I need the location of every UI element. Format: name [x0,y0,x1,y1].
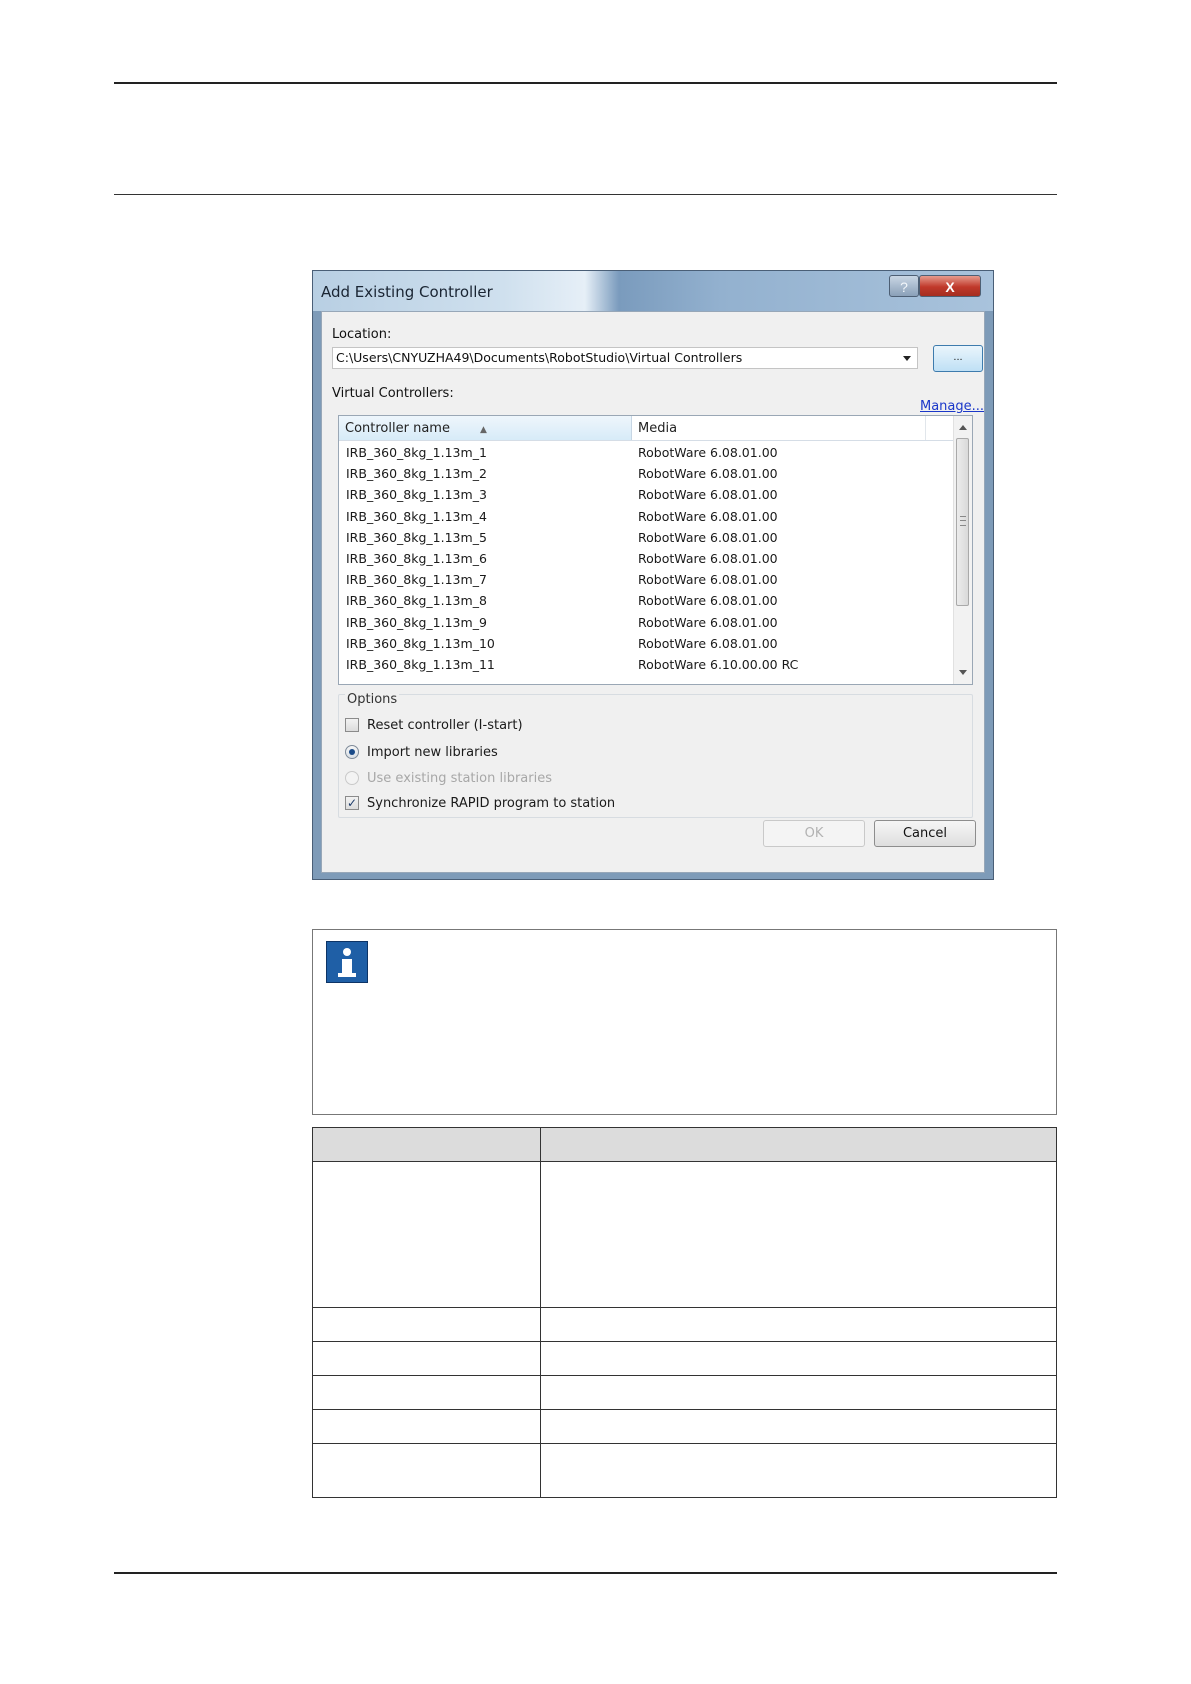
list-item[interactable]: IRB_360_8kg_1.13m_1 RobotWare 6.08.01.00 [339,442,956,463]
table-row [312,1443,1057,1498]
scroll-up-arrow-icon[interactable] [959,425,967,430]
list-item[interactable]: IRB_360_8kg_1.13m_4 RobotWare 6.08.01.00 [339,506,956,527]
close-button[interactable]: X [919,275,981,297]
virtual-controllers-label: Virtual Controllers: [332,386,454,401]
column-header-label: Media [638,421,678,436]
controller-media: RobotWare 6.08.01.00 [638,550,778,566]
controller-name: IRB_360_8kg_1.13m_1 [346,445,487,460]
table-row [312,1161,1057,1308]
controller-media: RobotWare 6.10.00.00 RC [638,656,799,672]
controller-name: IRB_360_8kg_1.13m_8 [346,593,487,609]
location-value: C:\Users\CNYUZHA49\Documents\RobotStudio… [336,350,743,365]
controller-name: IRB_360_8kg_1.13m_11 [346,656,495,672]
list-item[interactable]: IRB_360_8kg_1.13m_6 RobotWare 6.08.01.00 [339,548,956,569]
controller-media: RobotWare 6.08.01.00 [638,508,778,524]
table-cell [312,1161,541,1308]
synchronize-rapid-checkbox[interactable]: ✓ [345,796,359,810]
reset-controller-checkbox[interactable] [345,718,359,732]
controller-media: RobotWare 6.08.01.00 [638,572,778,588]
section-rule [114,194,1057,195]
list-item[interactable]: IRB_360_8kg_1.13m_7 RobotWare 6.08.01.00 [339,569,956,590]
table-header-row [312,1127,1057,1162]
column-header-media[interactable]: Media [632,416,926,440]
table-header-cell [312,1127,541,1162]
controller-name: IRB_360_8kg_1.13m_2 [346,466,487,482]
table-cell [312,1443,541,1498]
table-header-cell [540,1127,1057,1162]
dialog-body: Location: C:\Users\CNYUZHA49\Documents\R… [321,311,985,873]
table-row [312,1375,1057,1410]
browse-button[interactable]: ... [933,345,983,372]
list-item[interactable]: IRB_360_8kg_1.13m_10 RobotWare 6.08.01.00 [339,633,956,654]
list-item[interactable]: IRB_360_8kg_1.13m_9 RobotWare 6.08.01.00 [339,612,956,633]
column-header-controller-name[interactable]: Controller name ▲ [339,416,632,440]
list-item[interactable]: IRB_360_8kg_1.13m_5 RobotWare 6.08.01.00 [339,527,956,548]
location-combobox[interactable]: C:\Users\CNYUZHA49\Documents\RobotStudio… [332,347,918,369]
note-box [312,929,1057,1115]
dialog-titlebar: Add Existing Controller ? X [313,271,993,311]
controller-media: RobotWare 6.08.01.00 [638,529,778,545]
controller-media: RobotWare 6.08.01.00 [638,614,778,630]
add-existing-controller-dialog: Add Existing Controller ? X Location: C:… [312,270,994,880]
controller-name: IRB_360_8kg_1.13m_9 [346,614,487,630]
list-scrollbar[interactable] [953,416,972,684]
info-icon [326,941,368,983]
use-existing-libraries-radio [345,771,359,785]
table-cell [540,1161,1057,1308]
location-label: Location: [332,327,392,342]
table-cell [312,1307,541,1342]
scroll-down-arrow-icon[interactable] [959,670,967,675]
controller-media: RobotWare 6.08.01.00 [638,487,778,503]
help-button[interactable]: ? [889,275,919,297]
table-cell [540,1409,1057,1444]
list-item[interactable]: IRB_360_8kg_1.13m_11 RobotWare 6.10.00.00… [339,654,956,675]
controller-media: RobotWare 6.08.01.00 [638,466,778,482]
table-row [312,1341,1057,1376]
ok-button: OK [763,820,865,847]
table-cell [312,1409,541,1444]
virtual-controllers-list[interactable]: Controller name ▲ Media IRB_360_8kg_1.13… [338,415,973,685]
synchronize-rapid-label: Synchronize RAPID program to station [367,796,616,811]
use-existing-libraries-label: Use existing station libraries [367,771,552,786]
import-new-libraries-label: Import new libraries [367,745,498,760]
list-item[interactable]: IRB_360_8kg_1.13m_3 RobotWare 6.08.01.00 [339,484,956,505]
chevron-down-icon[interactable] [903,356,911,361]
list-item[interactable]: IRB_360_8kg_1.13m_2 RobotWare 6.08.01.00 [339,463,956,484]
table-cell [312,1341,541,1376]
top-rule [114,82,1057,84]
table-row [312,1409,1057,1444]
table-cell [540,1443,1057,1498]
column-header-label: Controller name [345,421,450,436]
list-item[interactable]: IRB_360_8kg_1.13m_8 RobotWare 6.08.01.00 [339,590,956,611]
controller-name: IRB_360_8kg_1.13m_4 [346,508,487,524]
options-group: Options Reset controller (I-start) Impor… [338,692,973,818]
bottom-rule [114,1572,1057,1574]
controller-name: IRB_360_8kg_1.13m_7 [346,572,487,588]
controller-media: RobotWare 6.08.01.00 [638,635,778,651]
options-table [312,1127,1057,1498]
dialog-title: Add Existing Controller [321,283,493,301]
manage-link[interactable]: Manage... [920,399,984,414]
controller-media: RobotWare 6.08.01.00 [638,593,778,609]
table-cell [312,1375,541,1410]
import-new-libraries-radio[interactable] [345,745,359,759]
table-row [312,1307,1057,1342]
cancel-button[interactable]: Cancel [874,820,976,847]
reset-controller-label: Reset controller (I-start) [367,718,523,733]
table-cell [540,1341,1057,1376]
table-cell [540,1307,1057,1342]
table-cell [540,1375,1057,1410]
list-header: Controller name ▲ Media [339,416,956,441]
sort-ascending-icon: ▲ [480,425,487,435]
controller-name: IRB_360_8kg_1.13m_5 [346,529,487,545]
list-rows: IRB_360_8kg_1.13m_1 RobotWare 6.08.01.00 … [339,442,956,675]
controller-media: RobotWare 6.08.01.00 [638,445,778,460]
grip-icon [960,516,966,526]
scrollbar-thumb[interactable] [956,438,969,606]
controller-name: IRB_360_8kg_1.13m_10 [346,635,495,651]
options-label: Options [345,692,400,707]
controller-name: IRB_360_8kg_1.13m_3 [346,487,487,503]
controller-name: IRB_360_8kg_1.13m_6 [346,550,487,566]
